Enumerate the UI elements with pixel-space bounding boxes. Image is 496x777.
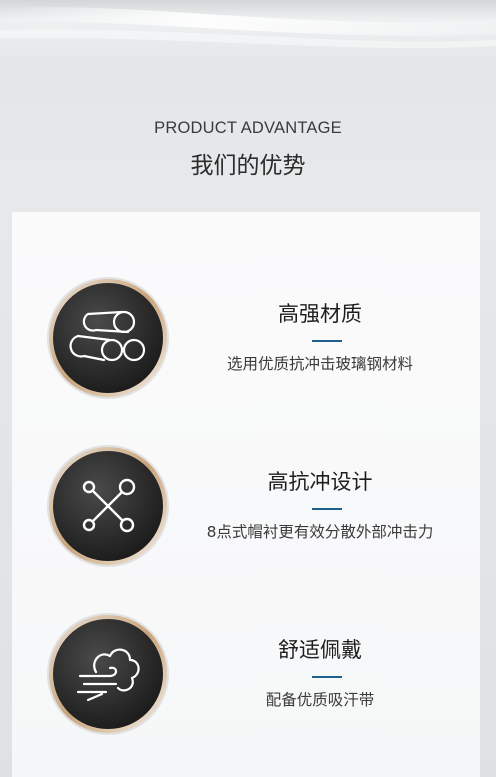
accent-divider	[312, 508, 342, 510]
feature-title: 舒适佩戴	[278, 638, 362, 662]
section-title: 我们的优势	[190, 153, 306, 179]
feature-description: 8点式帽衬更有效分散外部冲击力	[206, 523, 434, 541]
feature-description: 选用优质抗冲击玻璃钢材料	[226, 355, 413, 373]
feature-item-impact-design: 高抗冲设计 8点式帽衬更有效分散外部冲击力	[12, 442, 480, 572]
accent-divider	[312, 340, 342, 342]
advantages-card: 高强材质 选用优质抗冲击玻璃钢材料 高抗冲设计 8点式帽衬更有效分散外部冲击力 …	[12, 212, 480, 777]
feature-description: 配备优质吸汗带	[265, 691, 375, 709]
wind-icon	[44, 610, 172, 738]
feature-title: 高强材质	[278, 302, 362, 326]
feature-item-comfort: 舒适佩戴 配备优质吸汗带	[12, 610, 480, 740]
section-subtitle: PRODUCT ADVANTAGE	[154, 119, 342, 137]
network-icon	[44, 442, 172, 570]
feature-title: 高抗冲设计	[267, 470, 373, 494]
section-header: PRODUCT ADVANTAGE 我们的优势	[0, 0, 496, 210]
pipes-icon	[44, 274, 172, 402]
feature-item-material: 高强材质 选用优质抗冲击玻璃钢材料	[12, 274, 480, 404]
accent-divider	[312, 676, 342, 678]
